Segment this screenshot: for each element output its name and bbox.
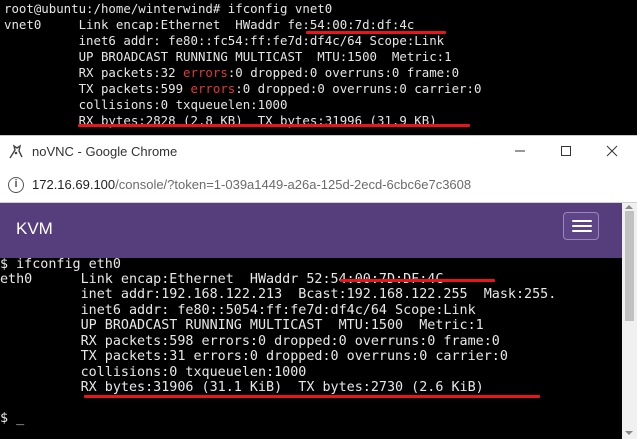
window-title: noVNC - Google Chrome: [32, 144, 178, 159]
console-line: $ ifconfig eth0: [0, 258, 121, 272]
url-path: /console/?token=1-039a1449-a26a-125d-2ec…: [115, 177, 472, 192]
maximize-icon[interactable]: [543, 139, 589, 163]
terminal-text: :0 dropped:0 overruns:0 carrier:0: [235, 81, 482, 96]
novnc-app-icon: [9, 144, 23, 159]
console-line: inet6 addr: fe80::5054:ff:fe7d:df4c/64 S…: [0, 303, 476, 318]
vnc-console[interactable]: $ ifconfig eth0 eth0 Link encap:Ethernet…: [0, 258, 622, 439]
terminal-text: :0 dropped:0 overruns:0 frame:0: [227, 65, 460, 80]
info-icon[interactable]: i: [8, 177, 24, 193]
vertical-scrollbar[interactable]: [622, 203, 637, 439]
hamburger-menu-button[interactable]: [563, 212, 599, 240]
console-line: collisions:0 txqueuelen:1000: [0, 365, 307, 380]
close-icon[interactable]: [589, 139, 635, 163]
scroll-up-icon[interactable]: [625, 205, 633, 209]
terminal-text: RX packets:32: [4, 65, 184, 80]
minimize-icon[interactable]: [497, 139, 543, 163]
hamburger-bar: [572, 220, 592, 222]
console-line: UP BROADCAST RUNNING MULTICAST MTU:1500 …: [0, 318, 484, 333]
kvm-brand[interactable]: KVM: [16, 219, 53, 239]
url-text[interactable]: 172.16.69.100/console/?token=1-039a1449-…: [32, 177, 471, 192]
console-line: RX packets:598 errors:0 dropped:0 overru…: [0, 334, 500, 349]
errors-text: errors: [190, 81, 236, 96]
scrollbar-thumb[interactable]: [625, 211, 634, 321]
terminal-line: UP BROADCAST RUNNING MULTICAST MTU:1500 …: [4, 49, 452, 64]
terminal-line-rx-packets: RX packets:32 errors:0 dropped:0 overrun…: [4, 65, 459, 81]
hamburger-bar: [572, 225, 592, 227]
host-terminal[interactable]: root@ubuntu:/home/winterwind# ifconfig v…: [0, 0, 637, 135]
browser-window: noVNC - Google Chrome i 172.16.69.100/co…: [0, 135, 637, 439]
terminal-line-tx-packets: TX packets:599 errors:0 dropped:0 overru…: [4, 81, 482, 97]
scroll-down-icon[interactable]: [625, 431, 633, 435]
hamburger-bar: [572, 230, 592, 232]
hwaddr-underline: [306, 31, 446, 34]
terminal-text: TX packets:599: [4, 81, 191, 96]
terminal-prompt-line: root@ubuntu:/home/winterwind# ifconfig v…: [4, 1, 333, 16]
terminal-line: inet6 addr: fe80::fc54:ff:fe7d:df4c/64 S…: [4, 33, 445, 48]
kvm-navbar: KVM: [0, 203, 622, 258]
console-prompt: $ _: [0, 411, 25, 426]
console-line: TX packets:31 errors:0 dropped:0 overrun…: [0, 349, 508, 364]
hwaddr-underline: [340, 279, 495, 282]
url-host: 172.16.69.100: [32, 177, 116, 192]
bytes-underline: [78, 124, 470, 127]
address-bar[interactable]: i 172.16.69.100/console/?token=1-039a144…: [0, 168, 637, 203]
window-titlebar[interactable]: noVNC - Google Chrome: [0, 136, 637, 168]
console-line: inet addr:192.168.122.213 Bcast:192.168.…: [0, 287, 557, 302]
bytes-underline: [84, 395, 540, 398]
errors-text: errors: [183, 65, 228, 80]
console-line-bytes: RX bytes:31906 (31.1 KiB) TX bytes:2730 …: [0, 380, 484, 395]
terminal-line: collisions:0 txqueuelen:1000: [4, 97, 288, 112]
